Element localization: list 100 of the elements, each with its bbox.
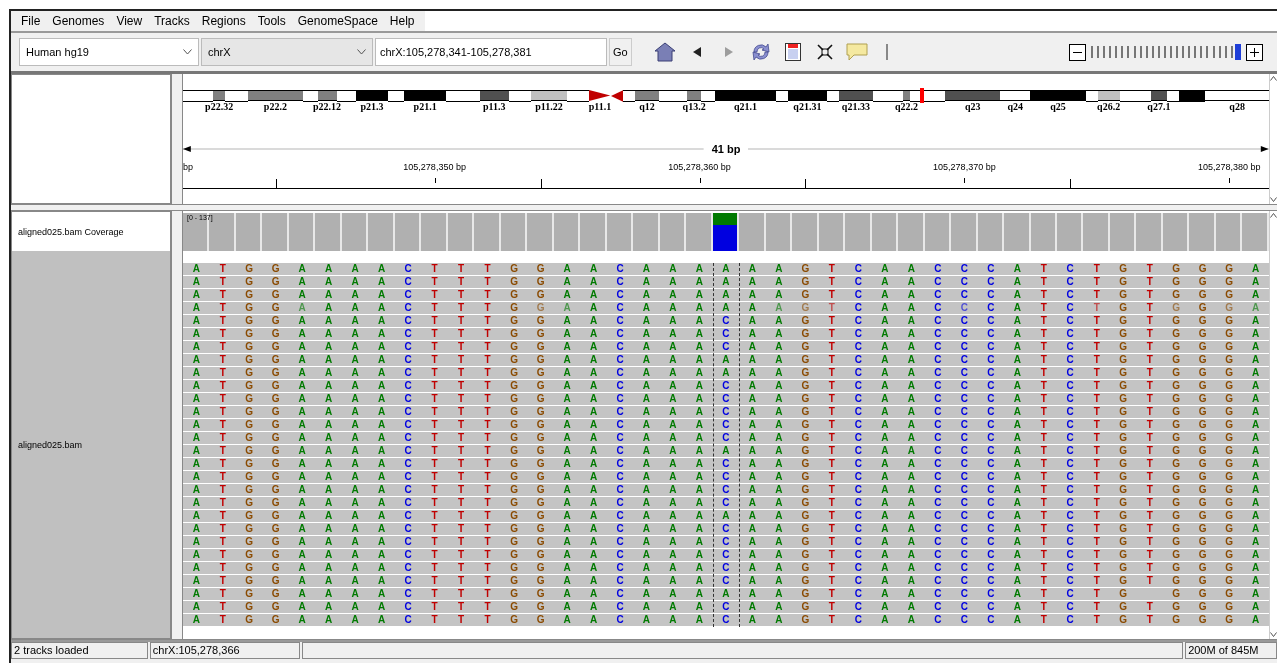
scroll-down-icon[interactable] [1270, 632, 1277, 637]
band-label: q23 [964, 101, 981, 112]
menu-item[interactable]: Help [383, 11, 421, 31]
coverage-bar [500, 213, 528, 251]
read-sequence: A T G G A A A A C T T T G G A A C A A A C A A G T C A A C C C A T C T G T G G G A [183, 497, 1269, 509]
region-icon [784, 43, 801, 61]
band-label: p11.1 [588, 101, 612, 112]
band-label: q21.1 [733, 101, 757, 112]
fit-icon [816, 44, 833, 60]
panel-splitter[interactable] [171, 211, 183, 639]
menu-item[interactable]: Regions [195, 11, 252, 31]
band-label: p22.32 [205, 101, 234, 112]
track-name: aligned025.bam [17, 439, 83, 450]
read-sequence: A T G G A A A A C T T T G G A A C A A A A A A G T C A A C C C A T C T G T G G G A [183, 263, 1269, 275]
coverage-bar [898, 213, 925, 251]
coverage-bar [871, 213, 899, 251]
coverage-bar [1004, 213, 1031, 251]
panel-splitter[interactable] [171, 74, 183, 204]
zoom-in-button[interactable] [1246, 43, 1263, 61]
coverage-bar [341, 213, 369, 251]
menu-item[interactable]: File [15, 11, 47, 31]
read-sequence: A T G G A A A A C T T T G G A A C A A A C A A G T C A A C C C A T C T G T G G G A [183, 575, 1269, 587]
band-label: q22.2 [895, 101, 919, 112]
band-label: q21.31 [793, 101, 822, 112]
menu-item[interactable]: Genomes [46, 11, 111, 31]
zoom-out-button[interactable] [1069, 43, 1086, 61]
span-label: 41 bp [711, 143, 741, 155]
menu-item[interactable]: Tracks [148, 11, 196, 31]
read-sequence: A T G G A A A A C T T T G G A A C A A A C A A G T C A A C C C A T C T G T G G G A [183, 484, 1269, 496]
scroll-up-icon[interactable] [1270, 76, 1277, 81]
track-name: aligned025.bam Coverage [17, 226, 124, 237]
read-sequence: A T G G A A A A C T T T G G A A C A A A C A A G T C A A C C C A T C T G T G G G A [183, 562, 1269, 574]
go-button[interactable]: Go [609, 38, 632, 66]
coverage-bar [235, 213, 263, 251]
menu-item[interactable]: Tools [251, 11, 292, 31]
coverage-bar [1136, 213, 1163, 251]
ruler-label: 105,278,380 bp [1198, 162, 1261, 172]
read-sequence: A T G G A A A A C T T T G G A A C A A A A A A G T C A A C C C A T C T G T G G G A [183, 510, 1269, 522]
coverage-bar [447, 213, 475, 251]
band-label: q26.2 [1097, 101, 1121, 112]
back-icon [692, 47, 701, 57]
coverage-bar [1162, 213, 1190, 251]
coverage-bar [739, 213, 766, 251]
read-sequence: A T G G A A A A C T T T G G A A C A A A C A A G T C A A C C C A T C T G T G G G A [183, 523, 1269, 535]
read-sequence: A T G G A A A A C T T T G G A A C A A A A A A G T C A A C C C A T C T G T G G G A [183, 276, 1269, 288]
current-region-marker [920, 88, 925, 103]
locus-field[interactable]: chrX:105,278,341-105,278,381 [375, 38, 607, 66]
genome-dropdown[interactable]: Human hg19 [19, 38, 199, 66]
status-memory: 200M of 845M [1185, 642, 1277, 659]
plus-icon [1250, 47, 1259, 57]
scroll-up-icon[interactable] [1270, 213, 1277, 218]
read-sequence: A T G G A A A A C T T T G G A A C A A A C A A G T C A A C C C A T C T G T G G G A [183, 614, 1269, 626]
ruler-label: bp [183, 162, 193, 172]
span-arrow-icon [183, 145, 704, 153]
band-label: p11.22 [535, 101, 563, 112]
read-sequence: A T G G A A A A C T T T G G A A C A A A C A A G T C A A C C C A T C T G T G G G A [183, 341, 1269, 353]
coverage-bar [977, 213, 1004, 251]
read-sequence: A T G G A A A A C T T T G G A A C A A A C A A G T C A A C C C A T C T G T G G G A [183, 419, 1269, 431]
read-sequence: A T G G A A A A C T T T G G A A C A A A A A A G T C A A C C C A T C T G T G G G A [183, 367, 1269, 379]
read-sequence: A T G G A A A A C T T T G G A A C A A A C A A G T C A A C C C A T C T G T G G G A [183, 380, 1269, 392]
coverage-bar [1030, 213, 1057, 251]
read-sequence: A T G G A A A A C T T T G G A A C A A A C A A G T C A A C C C A T C T G T G G G A [183, 549, 1269, 561]
band-label: p22.2 [263, 101, 287, 112]
coverage-bar [792, 213, 819, 251]
band-label: q25 [1050, 101, 1066, 112]
chromosome-dropdown[interactable]: chrX [201, 38, 373, 66]
read-sequence: A T G G A A A A C T T T G G A A C A A A C A A G T C A A C C C A T C T G T G G G A [183, 471, 1269, 483]
ruler-label: 105,278,350 bp [403, 162, 466, 172]
band-label: q21.33 [841, 101, 870, 112]
coverage-bar [1189, 213, 1216, 251]
forward-icon [724, 47, 733, 57]
menu-item[interactable]: GenomeSpace [291, 11, 384, 31]
menu-item[interactable]: View [110, 11, 149, 31]
coverage-bar [845, 213, 872, 251]
band-label: p21.1 [413, 101, 437, 112]
coverage-bar [818, 213, 846, 251]
read-sequence: A T G G A A A A C T T T G G A A C A A A C A A G T C A A C C C A T C T G T G G G A [183, 393, 1269, 405]
band-label: q24 [1007, 101, 1023, 112]
read-sequence: A T G G A A A A C T T T G G A A C A A A A A A G T C A A C C C A T C T G T G G G A [183, 302, 1269, 314]
coverage-bar [1215, 213, 1243, 251]
coverage-bar [633, 213, 660, 251]
coverage-bar [1057, 213, 1084, 251]
ruler-label: 105,278,370 bp [933, 162, 996, 172]
read-sequence: A T G G A A A A C T T T G G A A C A A A A A A G T C A A C C C A T C T G T G G G A [183, 289, 1269, 301]
zoom-thumb[interactable] [1235, 44, 1241, 60]
status-message: 2 tracks loaded [11, 642, 148, 659]
ruler-label: 105,278,360 bp [668, 162, 731, 172]
coverage-bar [288, 213, 316, 251]
coverage-bar [765, 213, 793, 251]
scroll-down-icon[interactable] [1270, 197, 1277, 202]
caret-icon [357, 49, 366, 55]
coverage-bar [421, 213, 448, 251]
coverage-bar [659, 213, 687, 251]
read-sequence: A T G G A A A A C T T T G G A A C A A A A A A G T C A A C C C A T C T G T G G G A [183, 445, 1269, 457]
read-sequence: A T G G A A A A C T T T G G A A C A A A C A A G T C A A C C C A T C T G T G G G A [183, 406, 1269, 418]
zoom-slider[interactable] [1091, 44, 1241, 60]
refresh-icon [749, 42, 772, 62]
coverage-bar [315, 213, 342, 251]
coverage-bar [1109, 213, 1137, 251]
band-label: p11.3 [482, 101, 506, 112]
